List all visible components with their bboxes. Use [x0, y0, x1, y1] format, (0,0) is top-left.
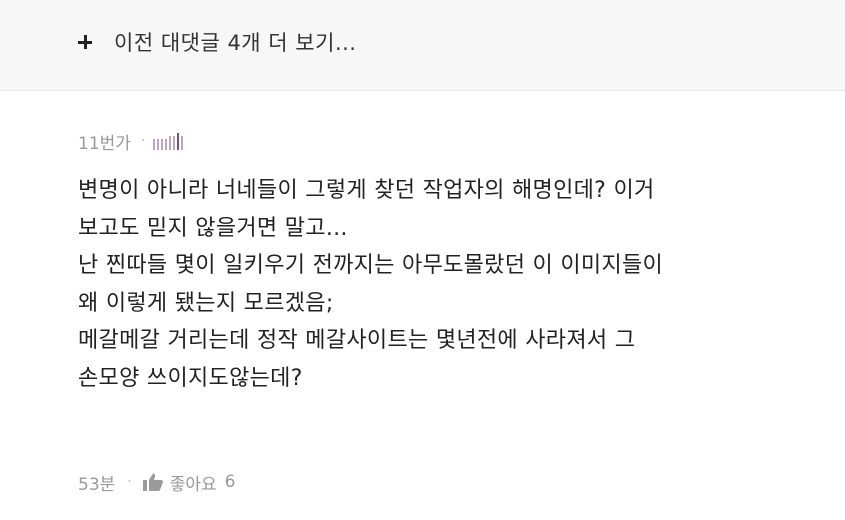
show-previous-replies-button[interactable]: 이전 대댓글 4개 더 보기...: [0, 0, 845, 91]
like-count: 6: [224, 472, 236, 492]
separator-dot: ·: [127, 474, 132, 490]
comment-footer: 53분 · 좋아요 6: [78, 467, 235, 497]
comment-meta: 11번가 ·: [78, 128, 818, 154]
like-button[interactable]: 좋아요 6: [142, 470, 236, 495]
comment-author[interactable]: 11번가: [78, 129, 131, 154]
comment-time: 53분: [78, 474, 116, 495]
separator-dot: ·: [140, 133, 146, 149]
comment-body: 변명이 아니라 너네들이 그렇게 찾던 작업자의 해명인데? 이거 보고도 믿지…: [78, 178, 664, 391]
level-badge-icon: [153, 132, 184, 150]
like-label: 좋아요: [169, 474, 217, 495]
show-previous-replies-label: 이전 대댓글 4개 더 보기...: [114, 31, 357, 55]
plus-icon: [78, 35, 92, 49]
comment: 11번가 · 변명이 아니라 너네들이 그렇게 찾던 작업자의 해명인데? 이거…: [78, 128, 818, 397]
thumbs-up-icon: [142, 473, 163, 491]
